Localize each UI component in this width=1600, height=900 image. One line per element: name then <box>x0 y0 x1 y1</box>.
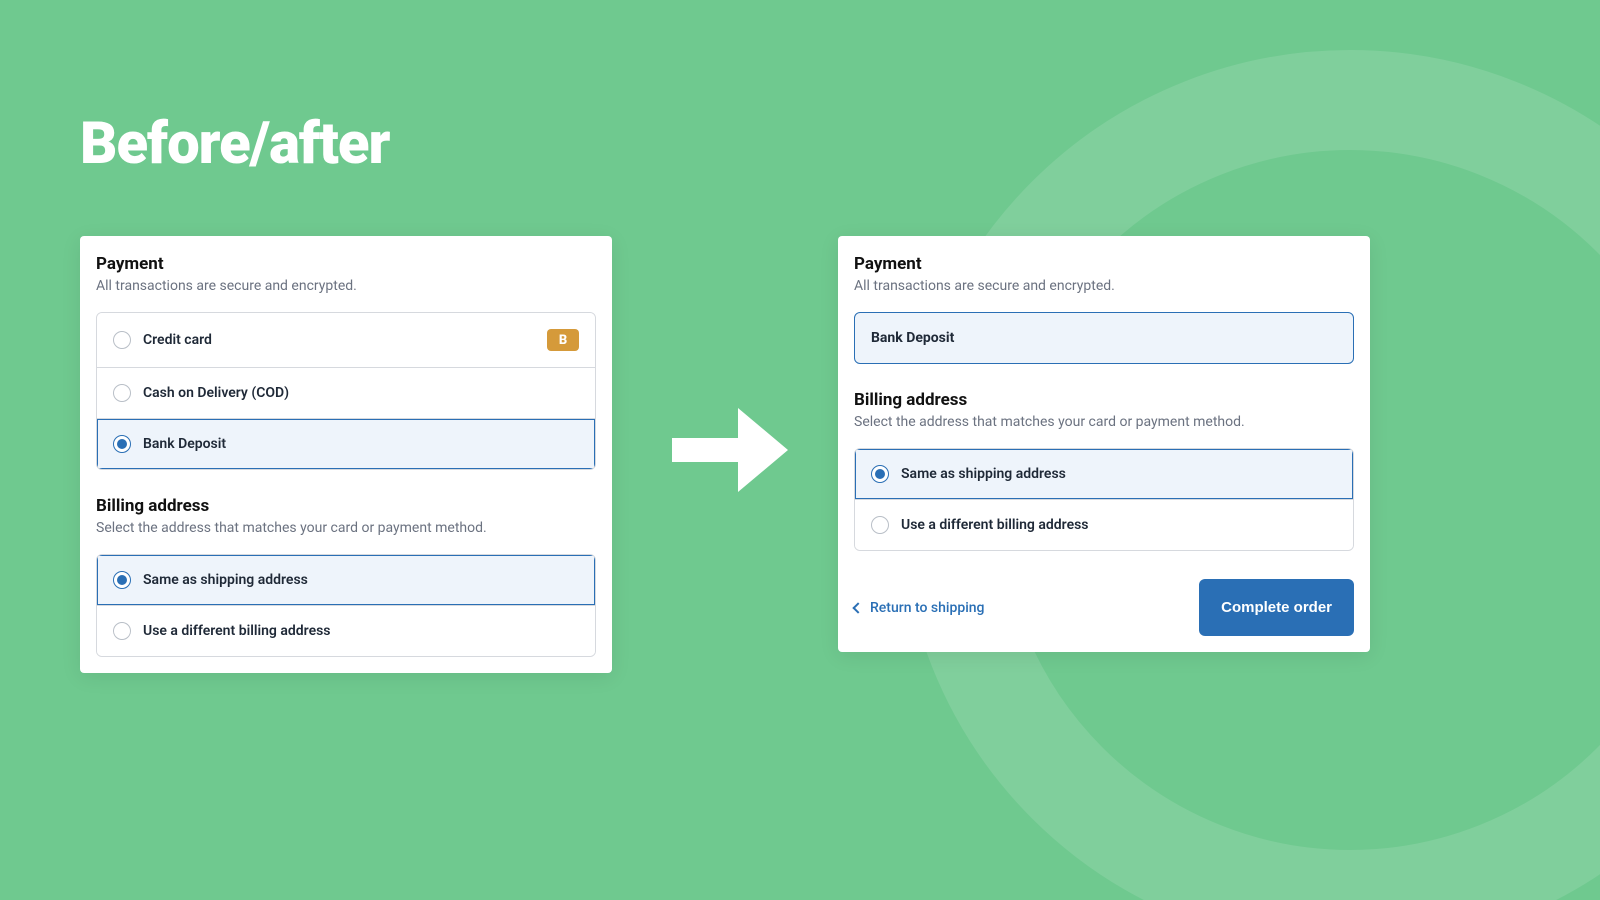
option-label: Credit card <box>143 332 212 348</box>
billing-option-different[interactable]: Use a different billing address <box>97 605 595 656</box>
radio-icon <box>871 516 889 534</box>
option-label: Same as shipping address <box>901 466 1066 482</box>
option-label: Use a different billing address <box>901 517 1089 533</box>
payment-subtext: All transactions are secure and encrypte… <box>96 278 596 294</box>
option-label: Cash on Delivery (COD) <box>143 385 289 401</box>
radio-icon <box>871 465 889 483</box>
billing-option-different[interactable]: Use a different billing address <box>855 499 1353 550</box>
complete-order-button[interactable]: Complete order <box>1199 579 1354 636</box>
return-to-shipping-link[interactable]: Return to shipping <box>854 600 985 616</box>
billing-subtext: Select the address that matches your car… <box>854 414 1354 430</box>
page-title: Before/after <box>80 110 389 178</box>
radio-icon <box>113 571 131 589</box>
radio-icon <box>113 331 131 349</box>
option-label: Bank Deposit <box>143 436 226 452</box>
radio-icon <box>113 384 131 402</box>
payment-heading: Payment <box>854 254 1354 274</box>
payment-option-cod[interactable]: Cash on Delivery (COD) <box>97 367 595 418</box>
payment-heading: Payment <box>96 254 596 274</box>
card-brand-badge-icon: B <box>547 329 579 351</box>
radio-icon <box>113 622 131 640</box>
billing-subtext: Select the address that matches your car… <box>96 520 596 536</box>
payment-subtext: All transactions are secure and encrypte… <box>854 278 1354 294</box>
radio-icon <box>113 435 131 453</box>
after-card: Payment All transactions are secure and … <box>838 236 1370 652</box>
footer-row: Return to shipping Complete order <box>854 579 1354 636</box>
billing-option-same[interactable]: Same as shipping address <box>855 449 1353 499</box>
billing-heading: Billing address <box>854 390 1354 410</box>
billing-heading: Billing address <box>96 496 596 516</box>
before-card: Payment All transactions are secure and … <box>80 236 612 673</box>
arrow-right-icon <box>650 370 810 530</box>
billing-address-group: Same as shipping address Use a different… <box>854 448 1354 551</box>
payment-option-bank-deposit[interactable]: Bank Deposit <box>97 418 595 469</box>
option-label: Bank Deposit <box>871 330 954 346</box>
chevron-left-icon <box>852 602 863 613</box>
payment-option-credit-card[interactable]: Credit card B <box>97 313 595 367</box>
billing-option-same[interactable]: Same as shipping address <box>97 555 595 605</box>
billing-address-group: Same as shipping address Use a different… <box>96 554 596 657</box>
payment-method-group: Credit card B Cash on Delivery (COD) Ban… <box>96 312 596 470</box>
option-label: Use a different billing address <box>143 623 331 639</box>
option-label: Same as shipping address <box>143 572 308 588</box>
payment-method-selected[interactable]: Bank Deposit <box>854 312 1354 364</box>
return-link-label: Return to shipping <box>870 600 985 616</box>
